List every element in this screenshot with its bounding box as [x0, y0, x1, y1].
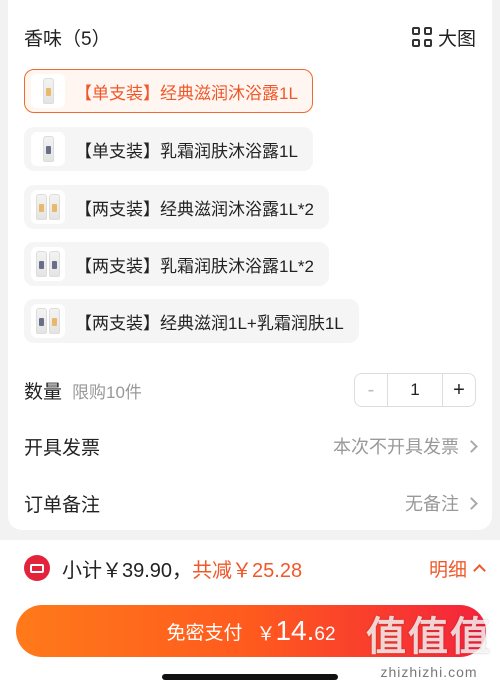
remark-value-text: 无备注 — [405, 494, 459, 514]
scent-section-header: 香味（5） 大图 — [24, 22, 476, 52]
invoice-row[interactable]: 开具发票 本次不开具发票 — [24, 426, 478, 466]
amount-integer: 14. — [275, 615, 315, 646]
big-view-toggle[interactable]: 大图 — [411, 24, 476, 51]
option-label: 【两支装】乳霜润肤沐浴露1L*2 — [75, 256, 314, 276]
quantity-stepper: - 1 + — [354, 373, 476, 407]
product-thumbnail — [31, 132, 65, 166]
big-view-label: 大图 — [437, 28, 476, 50]
currency-symbol: ￥ — [256, 624, 276, 645]
quantity-row: 数量 限购10件 - 1 + — [24, 370, 476, 410]
coupon-icon — [24, 555, 50, 581]
watermark-text: zhizhizhi.com — [380, 664, 478, 680]
option-label: 【两支装】经典滋润沐浴露1L*2 — [75, 199, 314, 219]
sku-selector-card: 香味（5） 大图 【单支装】经典滋润沐浴露1L 【单支装】乳霜润肤沐浴露1L 【… — [8, 0, 492, 530]
purchase-limit: 限购10件 — [72, 382, 142, 402]
remark-label: 订单备注 — [24, 494, 101, 516]
decrease-button[interactable]: - — [355, 374, 387, 406]
grid-icon — [411, 27, 432, 47]
option-single-cream[interactable]: 【单支装】乳霜润肤沐浴露1L — [24, 127, 313, 171]
increase-button[interactable]: + — [443, 374, 475, 406]
price-detail-label: 明细 — [428, 559, 467, 581]
option-label: 【单支装】乳霜润肤沐浴露1L — [75, 141, 298, 161]
chevron-right-icon — [465, 496, 478, 510]
price-summary: 小计￥39.90， 共减￥25.28 明细 — [24, 552, 486, 584]
quantity-label: 数量 — [24, 381, 63, 403]
discount-text: 共减￥25.28 — [192, 559, 303, 582]
option-double-mixed[interactable]: 【两支装】经典滋润1L+乳霜润肤1L — [24, 299, 359, 343]
invoice-value: 本次不开具发票 — [333, 433, 478, 459]
price-detail-button[interactable]: 明细 — [428, 555, 486, 582]
scent-section-title: 香味（5） — [24, 28, 111, 50]
option-single-classic[interactable]: 【单支装】经典滋润沐浴露1L — [24, 69, 313, 113]
invoice-value-text: 本次不开具发票 — [333, 437, 459, 457]
quantity-input[interactable]: 1 — [387, 374, 443, 406]
product-thumbnail — [31, 304, 65, 338]
watermark-glyphs: 值值值 — [366, 615, 492, 659]
chevron-up-icon — [473, 564, 486, 577]
option-label: 【两支装】经典滋润1L+乳霜润肤1L — [75, 313, 344, 333]
home-indicator — [162, 674, 338, 680]
option-double-cream[interactable]: 【两支装】乳霜润肤沐浴露1L*2 — [24, 242, 329, 286]
watermark: 值值值 zhizhizhi.com — [366, 604, 492, 680]
chevron-right-icon — [465, 439, 478, 453]
amount-decimal: 62 — [314, 624, 336, 645]
subtotal-text: 小计￥39.90， — [62, 559, 193, 582]
remark-value: 无备注 — [405, 490, 478, 516]
checkout-footer: 小计￥39.90， 共减￥25.28 明细 免密支付 ￥14.62 值值值 zh… — [0, 540, 500, 689]
product-thumbnail — [31, 247, 65, 281]
remark-row[interactable]: 订单备注 无备注 — [24, 483, 478, 523]
product-thumbnail — [31, 74, 65, 108]
pay-label: 免密支付 — [166, 622, 243, 644]
product-thumbnail — [31, 190, 65, 224]
option-label: 【单支装】经典滋润沐浴露1L — [75, 83, 298, 103]
option-double-classic[interactable]: 【两支装】经典滋润沐浴露1L*2 — [24, 185, 329, 229]
pay-amount: ￥14.62 — [256, 615, 335, 647]
invoice-label: 开具发票 — [24, 437, 101, 459]
